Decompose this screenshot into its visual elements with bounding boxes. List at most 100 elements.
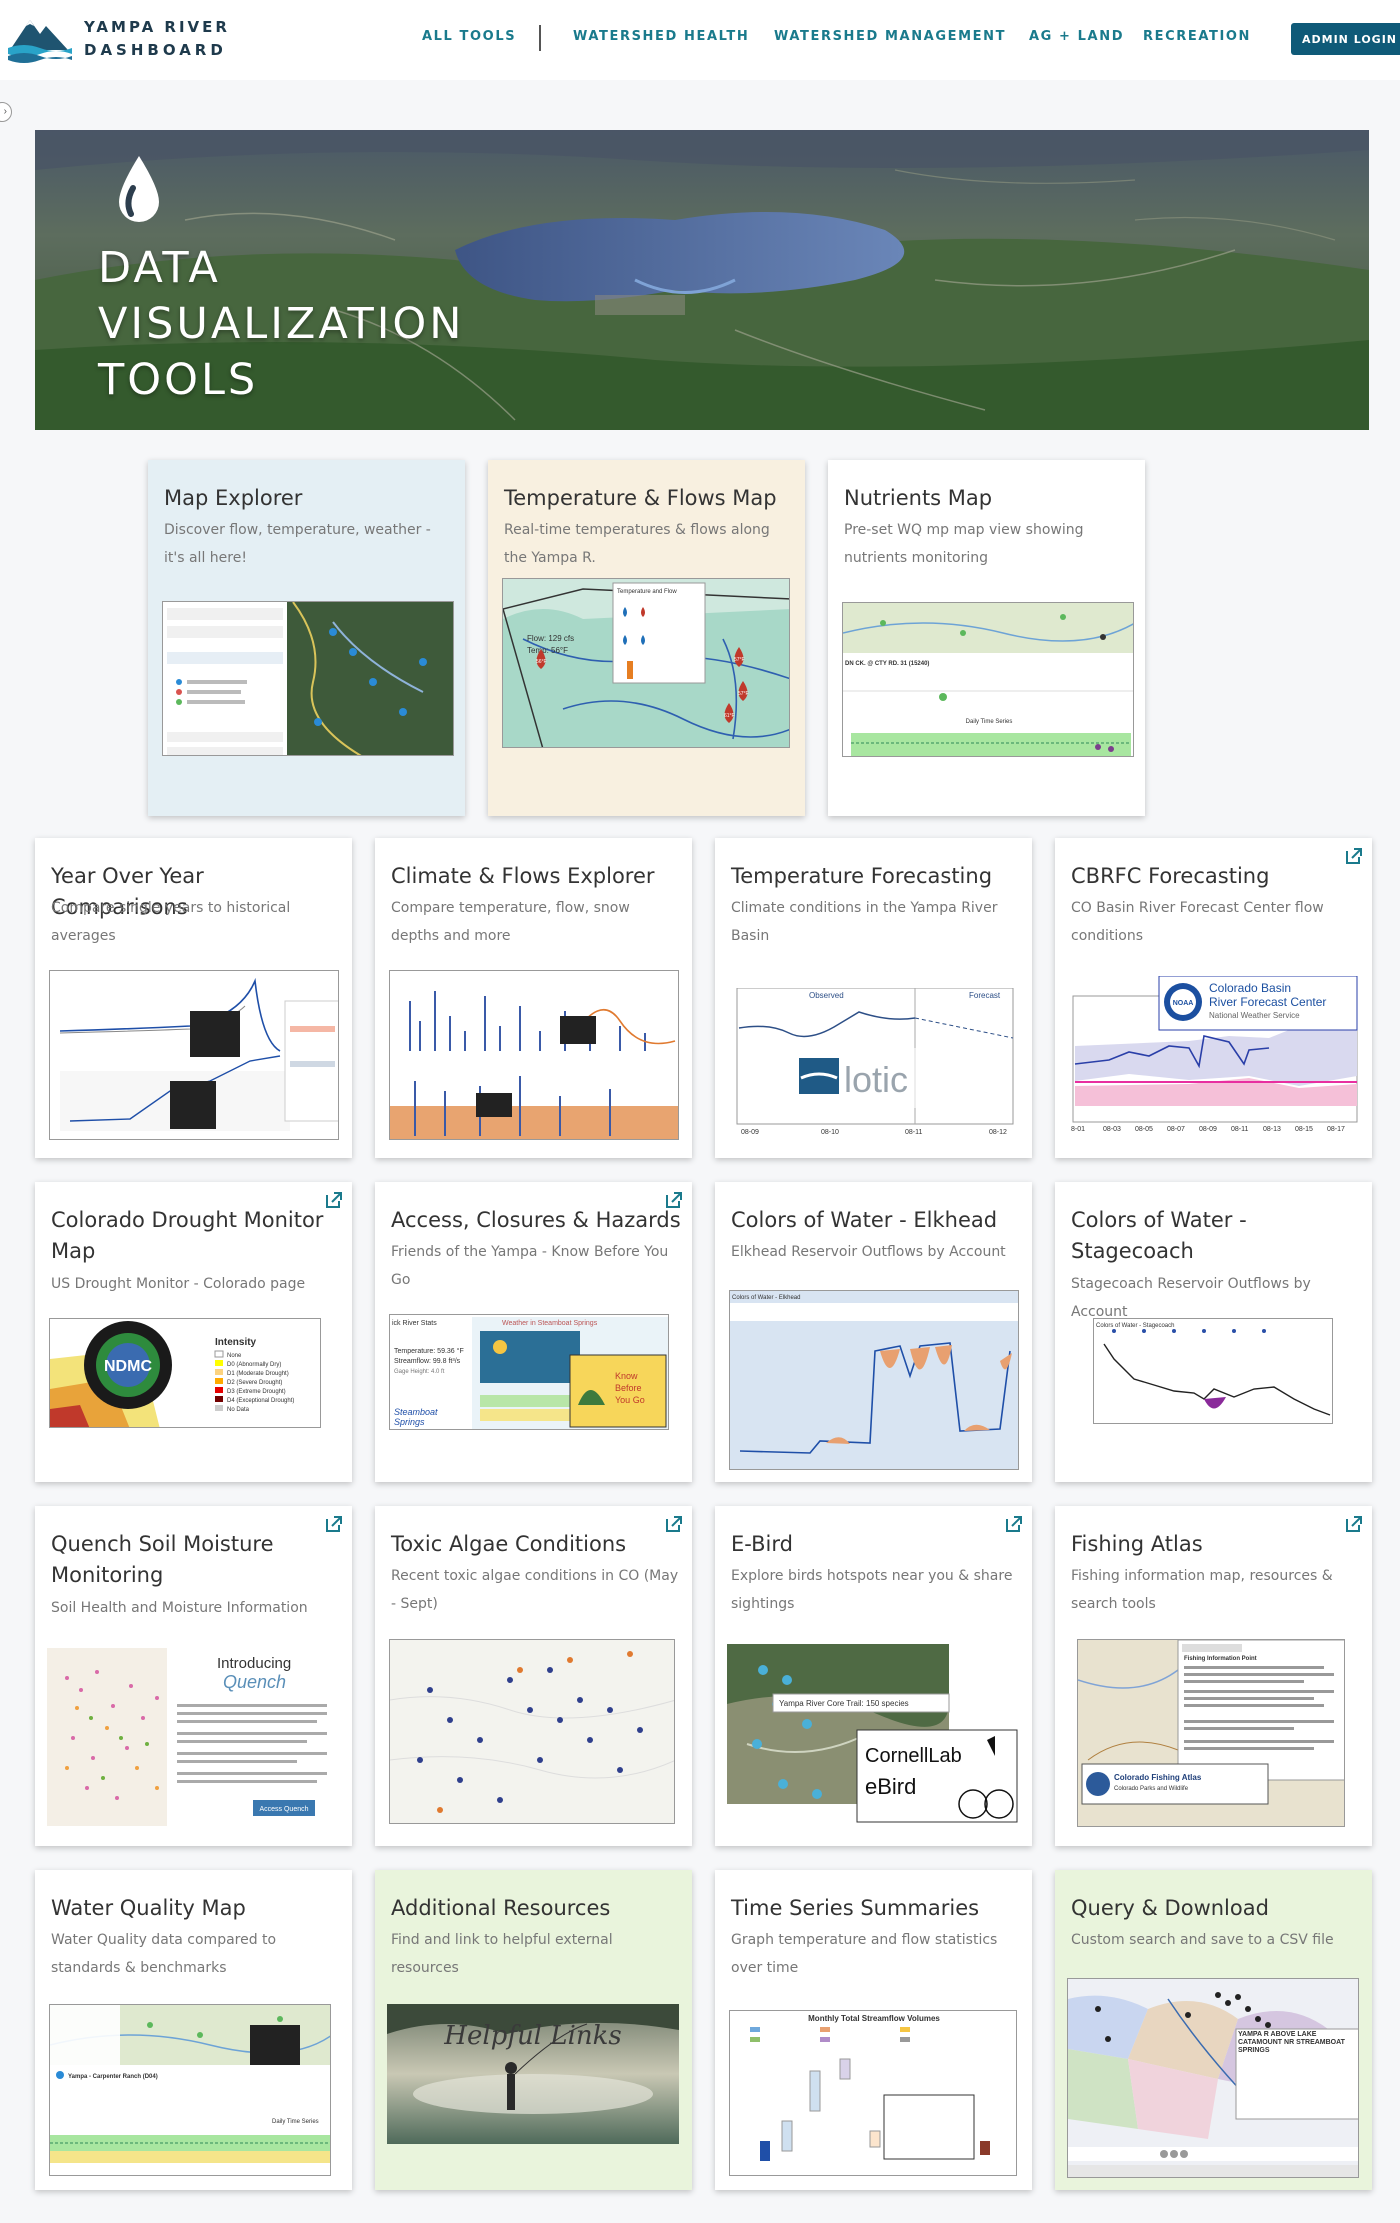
tool-card-temperature-forecasting[interactable]: Temperature Forecasting Climate conditio… xyxy=(715,838,1032,1158)
kbyg-line: You Go xyxy=(615,1395,645,1405)
nav-watershed-health[interactable]: WATERSHED HEALTH xyxy=(573,29,749,44)
tool-card-access-closures[interactable]: Access, Closures & Hazards Friends of th… xyxy=(375,1182,692,1482)
stats-streamflow: Streamflow: 99.8 ft³/s xyxy=(394,1358,461,1365)
nav-recreation[interactable]: RECREATION xyxy=(1143,29,1251,44)
quench-intro: Introducing xyxy=(217,1655,291,1672)
hero-title-line: VISUALIZATION xyxy=(98,299,465,349)
tool-card-climate-flows[interactable]: Climate & Flows Explorer Compare tempera… xyxy=(375,838,692,1158)
hero-banner: DATA VISUALIZATION TOOLS xyxy=(35,130,1369,430)
date-tick: 08-11 xyxy=(1231,1126,1248,1133)
card-title: Additional Resources xyxy=(391,1896,611,1920)
tool-card-cbrfc-forecasting[interactable]: CBRFC Forecasting CO Basin River Forecas… xyxy=(1055,838,1372,1158)
flow-label: Flow: 129 cfs xyxy=(527,634,574,643)
chart-title: Colors of Water - Elkhead xyxy=(732,1295,800,1301)
helpful-links-thumbnail: Helpful Links xyxy=(387,2004,679,2144)
cbrfc-org-line: River Forecast Center xyxy=(1209,995,1326,1009)
chart-title: Monthly Total Streamflow Volumes xyxy=(808,2014,940,2023)
stats-gage: Gage Height: 4.0 ft xyxy=(394,1369,445,1375)
card-title: Nutrients Map xyxy=(844,486,993,510)
date-tick: 08-12 xyxy=(989,1129,1007,1136)
sidebar-toggle-icon[interactable]: › xyxy=(0,102,12,122)
forecast-label: Forecast xyxy=(969,991,1001,1000)
site-header: YAMPA RIVER DASHBOARD ALL TOOLS WATERSHE… xyxy=(0,0,1400,80)
card-description: Graph temperature and flow statistics ov… xyxy=(731,1932,998,1976)
hotspot-popup: Yampa River Core Trail: 150 species xyxy=(779,1699,909,1708)
tool-card-colors-elkhead[interactable]: Colors of Water - Elkhead Elkhead Reserv… xyxy=(715,1182,1032,1482)
card-title: E-Bird xyxy=(731,1532,793,1556)
nav-ag-land[interactable]: AG + LAND xyxy=(1029,29,1124,44)
stagecoach-thumbnail: Colors of Water - Stagecoach xyxy=(1093,1318,1333,1424)
card-title: Water Quality Map xyxy=(51,1896,246,1920)
card-title: Temperature Forecasting xyxy=(731,864,993,888)
chart-title: Daily Time Series xyxy=(966,719,1013,725)
tool-card-colors-stagecoach[interactable]: Colors of Water - Stagecoach Stagecoach … xyxy=(1055,1182,1372,1482)
legend-entry: D3 (Extreme Drought) xyxy=(227,1389,286,1395)
tool-card-time-series[interactable]: Time Series Summaries Graph temperature … xyxy=(715,1870,1032,2190)
card-description: Explore birds hotspots near you & share … xyxy=(731,1568,1013,1612)
card-description: Water Quality data compared to standards… xyxy=(51,1932,277,1976)
tool-card-query-download[interactable]: Query & Download Custom search and save … xyxy=(1055,1870,1372,2190)
date-tick: 08-17 xyxy=(1327,1126,1345,1133)
card-description: Find and link to helpful external resour… xyxy=(391,1932,613,1976)
card-description: Real-time temperatures & flows along the… xyxy=(504,522,770,566)
temperature-forecast-thumbnail: Observed Forecast lotic 08-09 08-10 08-1… xyxy=(729,988,1021,1136)
card-description: Climate conditions in the Yampa River Ba… xyxy=(731,900,998,944)
temp-label: Temp: 56°F xyxy=(527,646,568,655)
lotic-logo: lotic xyxy=(844,1059,908,1100)
card-description: Compare single years to historical avera… xyxy=(51,900,291,944)
kbyg-line: Before xyxy=(615,1383,642,1393)
legend-entry: None xyxy=(227,1353,242,1359)
tool-card-nutrients-map[interactable]: Nutrients Map Pre-set WQ mp map view sho… xyxy=(828,460,1145,816)
year-over-year-thumbnail xyxy=(49,970,339,1140)
card-title: Temperature & Flows Map xyxy=(504,486,777,510)
tool-card-map-explorer[interactable]: Map Explorer Discover flow, temperature,… xyxy=(148,460,465,816)
tool-card-year-over-year[interactable]: Year Over Year Comparisons Compare singl… xyxy=(35,838,352,1158)
legend-entry: D2 (Severe Drought) xyxy=(227,1380,282,1386)
card-description: Pre-set WQ mp map view showing nutrients… xyxy=(844,522,1084,566)
card-description: CO Basin River Forecast Center flow cond… xyxy=(1071,900,1324,944)
nav-all-tools[interactable]: ALL TOOLS xyxy=(422,29,516,44)
tool-card-drought-monitor[interactable]: Colorado Drought Monitor Map US Drought … xyxy=(35,1182,352,1482)
tool-card-toxic-algae[interactable]: Toxic Algae Conditions Recent toxic alga… xyxy=(375,1506,692,1846)
hero-title: DATA VISUALIZATION TOOLS xyxy=(98,240,464,408)
cbrfc-thumbnail: NOAA Colorado Basin River Forecast Cente… xyxy=(1069,976,1361,1136)
card-title: Map Explorer xyxy=(164,486,303,510)
card-description: Discover flow, temperature, weather - it… xyxy=(164,522,431,566)
tool-card-ebird[interactable]: E-Bird Explore birds hotspots near you &… xyxy=(715,1506,1032,1846)
card-title: Query & Download xyxy=(1071,1896,1269,1920)
access-quench-button: Access Quench xyxy=(259,1806,308,1813)
card-title: Colorado Drought Monitor Map xyxy=(51,1208,324,1263)
helpful-links-text: Helpful Links xyxy=(443,2021,621,2051)
temp-marker: 56°F xyxy=(536,659,547,665)
tool-card-additional-resources[interactable]: Additional Resources Find and link to he… xyxy=(375,1870,692,2190)
card-description: Recent toxic algae conditions in CO (May… xyxy=(391,1568,679,1612)
chart-title: Colors of Water - Stagecoach xyxy=(1096,1323,1174,1329)
card-title: Fishing Atlas xyxy=(1071,1532,1203,1556)
tool-card-temperature-flows-map[interactable]: Temperature & Flows Map Real-time temper… xyxy=(488,460,805,816)
card-description: US Drought Monitor - Colorado page xyxy=(51,1276,306,1292)
site-popup: YAMPA R ABOVE LAKE CATAMOUNT NR STREAMBO… xyxy=(1238,2031,1345,2054)
site-label: Yampa - Carpenter Ranch (D04) xyxy=(68,2074,158,2080)
main-nav: ALL TOOLS WATERSHED HEALTH WATERSHED MAN… xyxy=(0,25,1400,51)
cornell-lab-logo: CornellLab xyxy=(865,1745,962,1767)
popup-title: Fishing Information Point xyxy=(1184,1656,1257,1662)
card-title: Colors of Water - Stagecoach xyxy=(1071,1208,1247,1263)
temp-marker: 61°F xyxy=(724,713,735,719)
elkhead-thumbnail: Colors of Water - Elkhead xyxy=(729,1290,1019,1470)
access-closures-thumbnail: ick River Stats Temperature: 59.36 °F St… xyxy=(389,1314,669,1430)
legend-entry: No Data xyxy=(227,1407,250,1413)
nav-watershed-management[interactable]: WATERSHED MANAGEMENT xyxy=(774,29,1006,44)
date-tick: 08-09 xyxy=(1199,1126,1217,1133)
card-title: Quench Soil Moisture Monitoring xyxy=(51,1532,274,1587)
admin-login-button[interactable]: ADMIN LOGIN xyxy=(1291,23,1400,55)
hero-title-line: DATA xyxy=(98,243,221,293)
hero-title-line: TOOLS xyxy=(98,355,259,405)
fishing-atlas-thumbnail: Fishing Information Point Colorado Fishi… xyxy=(1077,1639,1345,1827)
observed-label: Observed xyxy=(809,991,844,1000)
tool-card-fishing-atlas[interactable]: Fishing Atlas Fishing information map, r… xyxy=(1055,1506,1372,1846)
date-tick: 08-15 xyxy=(1295,1126,1313,1133)
tool-card-water-quality[interactable]: Water Quality Map Water Quality data com… xyxy=(35,1870,352,2190)
card-title: Toxic Algae Conditions xyxy=(391,1532,627,1556)
tool-card-quench[interactable]: Quench Soil Moisture Monitoring Soil Hea… xyxy=(35,1506,352,1846)
legend-entry: D0 (Abnormally Dry) xyxy=(227,1362,281,1368)
